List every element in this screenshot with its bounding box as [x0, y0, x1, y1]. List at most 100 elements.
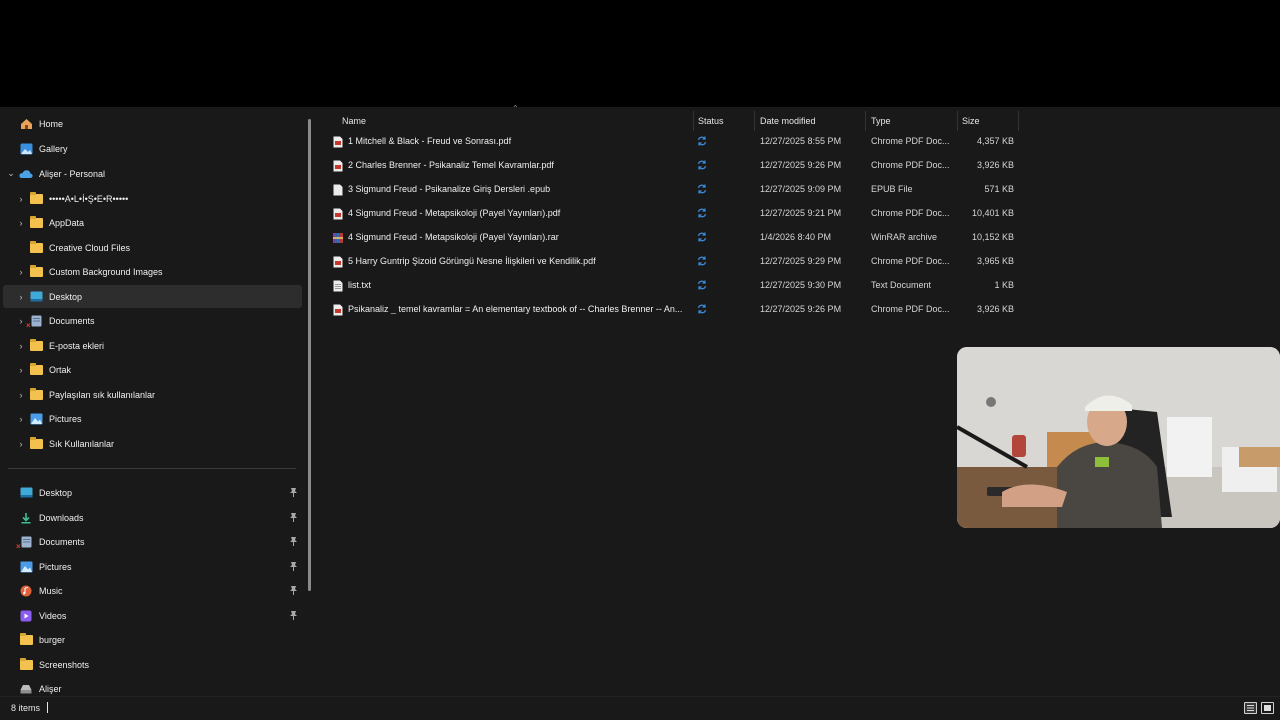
file-size: 10,401 KB — [971, 208, 1014, 218]
file-row[interactable]: 1 Mitchell & Black - Freud ve Sonrası.pd… — [330, 130, 1030, 153]
file-size: 3,926 KB — [976, 304, 1014, 314]
sync-icon — [697, 160, 707, 170]
folder-icon — [19, 657, 33, 671]
file-row[interactable]: 4 Sigmund Freud - Metapsikoloji (Payel Y… — [330, 226, 1030, 249]
sidebar-item-label: Gallery — [39, 143, 68, 154]
rar-icon — [333, 233, 343, 243]
column-header-name[interactable]: Name — [342, 111, 692, 131]
chevron-right-icon[interactable]: › — [13, 194, 29, 204]
sidebar-item-screenshots[interactable]: Screenshots — [3, 653, 302, 676]
sidebar-item-pinned-desktop[interactable]: Desktop — [3, 481, 302, 504]
documents-icon: × — [16, 536, 33, 550]
sidebar-scrollbar[interactable] — [308, 119, 311, 591]
file-type: Chrome PDF Doc... — [871, 136, 950, 146]
file-type: Text Document — [871, 280, 932, 290]
sidebar-item-label: Music — [39, 585, 63, 596]
column-separator[interactable] — [865, 111, 866, 131]
folder-icon — [29, 338, 43, 352]
file-icon — [333, 184, 343, 196]
file-type: Chrome PDF Doc... — [871, 304, 950, 314]
column-separator[interactable] — [957, 111, 958, 131]
sidebar-item-e-posta-ekleri[interactable]: › E-posta ekleri — [3, 334, 302, 357]
sidebar-item-pinned-documents[interactable]: × Documents — [3, 530, 302, 553]
pin-icon[interactable] — [289, 610, 298, 620]
sidebar-item-label: Custom Background Images — [49, 266, 163, 277]
chevron-right-icon[interactable]: › — [13, 292, 29, 302]
sidebar-item-burger[interactable]: burger — [3, 628, 302, 651]
sidebar-item-label: Downloads — [39, 512, 84, 523]
file-row[interactable]: list.txt 12/27/2025 9:30 PM Text Documen… — [330, 274, 1030, 297]
sidebar-item-custom-backgrounds[interactable]: › Custom Background Images — [3, 260, 302, 283]
chevron-right-icon[interactable]: › — [13, 414, 29, 424]
folder-icon — [29, 387, 43, 401]
file-row[interactable]: 4 Sigmund Freud - Metapsikoloji (Payel Y… — [330, 202, 1030, 225]
sidebar-item-ortak[interactable]: › Ortak — [3, 358, 302, 381]
sidebar-item-sik-kullanilanlar[interactable]: › Sık Kullanılanlar — [3, 432, 302, 455]
column-header-type[interactable]: Type — [871, 111, 956, 131]
sidebar-item-pinned-videos[interactable]: Videos — [3, 604, 302, 627]
text-file-icon — [333, 280, 343, 292]
sync-icon — [697, 232, 707, 242]
chevron-right-icon[interactable]: › — [13, 267, 29, 277]
file-date: 12/27/2025 8:55 PM — [760, 136, 842, 146]
chevron-right-icon[interactable]: › — [13, 218, 29, 228]
sidebar-item-gallery[interactable]: Gallery — [3, 137, 302, 160]
details-view-button[interactable] — [1244, 702, 1257, 714]
sidebar-item-pinned-downloads[interactable]: Downloads — [3, 506, 302, 529]
folder-icon — [19, 632, 33, 646]
file-row[interactable]: 3 Sigmund Freud - Psikanalize Giriş Ders… — [330, 178, 1030, 201]
cloud-icon — [19, 168, 33, 180]
chevron-right-icon[interactable]: › — [13, 341, 29, 351]
file-row[interactable]: Psikanaliz _ temel kavramlar = An elemen… — [330, 298, 1030, 321]
large-icons-view-button[interactable] — [1261, 702, 1274, 714]
sidebar-item-documents[interactable]: › × Documents — [3, 309, 302, 332]
webcam-feed — [957, 347, 1280, 528]
sidebar-item-pinned-music[interactable]: Music — [3, 579, 302, 602]
column-header-status[interactable]: Status — [698, 111, 753, 131]
sidebar-item-label: Documents — [49, 315, 95, 326]
column-separator[interactable] — [754, 111, 755, 131]
sidebar-item-paylasilan[interactable]: › Paylaşılan sık kullanılanlar — [3, 383, 302, 406]
pin-icon[interactable] — [289, 561, 298, 571]
folder-icon — [29, 264, 43, 278]
pin-icon[interactable] — [289, 487, 298, 497]
sidebar-item-label: Home — [39, 118, 64, 129]
chevron-right-icon[interactable]: › — [13, 390, 29, 400]
sidebar-item-label: Sık Kullanılanlar — [49, 438, 115, 449]
pin-icon[interactable] — [289, 512, 298, 522]
sidebar-item-desktop[interactable]: › Desktop — [3, 285, 302, 308]
sidebar-item-appdata[interactable]: › AppData — [3, 211, 302, 234]
text-caret — [47, 702, 48, 713]
sidebar-item-label: Alişer - Personal — [39, 168, 106, 179]
sidebar-item-creative-cloud[interactable]: Creative Cloud Files — [3, 236, 302, 259]
sidebar-divider — [8, 468, 296, 469]
file-date: 12/27/2025 9:26 PM — [760, 160, 842, 170]
details-view-icon — [1247, 705, 1254, 711]
column-separator[interactable] — [693, 111, 694, 131]
column-separator[interactable] — [1018, 111, 1019, 131]
column-header-size[interactable]: Size — [962, 111, 1017, 131]
column-header-date-modified[interactable]: Date modified — [760, 111, 865, 131]
file-row[interactable]: 2 Charles Brenner - Psikanaliz Temel Kav… — [330, 154, 1030, 177]
sidebar-item-home[interactable]: Home — [3, 112, 302, 135]
desktop-icon — [19, 487, 33, 499]
sidebar-item-pictures[interactable]: › Pictures — [3, 407, 302, 430]
pin-icon[interactable] — [289, 585, 298, 595]
pdf-icon — [333, 208, 343, 220]
file-name: 2 Charles Brenner - Psikanaliz Temel Kav… — [348, 160, 554, 170]
sidebar-item-pinned-pictures[interactable]: Pictures — [3, 555, 302, 578]
sidebar-item-label: •••••A•L•İ•Ş•E•R••••• — [49, 193, 129, 204]
chevron-down-icon[interactable]: ⌄ — [3, 168, 19, 179]
file-size: 3,965 KB — [976, 256, 1014, 266]
sidebar-item-onedrive[interactable]: ⌄ Alişer - Personal — [3, 162, 302, 185]
desktop-icon — [29, 291, 43, 303]
pin-icon[interactable] — [289, 536, 298, 546]
chevron-right-icon[interactable]: › — [13, 439, 29, 449]
folder-icon — [29, 240, 43, 254]
sidebar-item-aliser-folder[interactable]: › •••••A•L•İ•Ş•E•R••••• — [3, 187, 302, 210]
chevron-right-icon[interactable]: › — [13, 365, 29, 375]
sidebar-item-label: Documents — [39, 536, 85, 547]
file-row[interactable]: 5 Harry Guntrip Şizoid Görüngü Nesne İli… — [330, 250, 1030, 273]
music-icon — [19, 585, 33, 597]
sync-icon — [697, 256, 707, 266]
